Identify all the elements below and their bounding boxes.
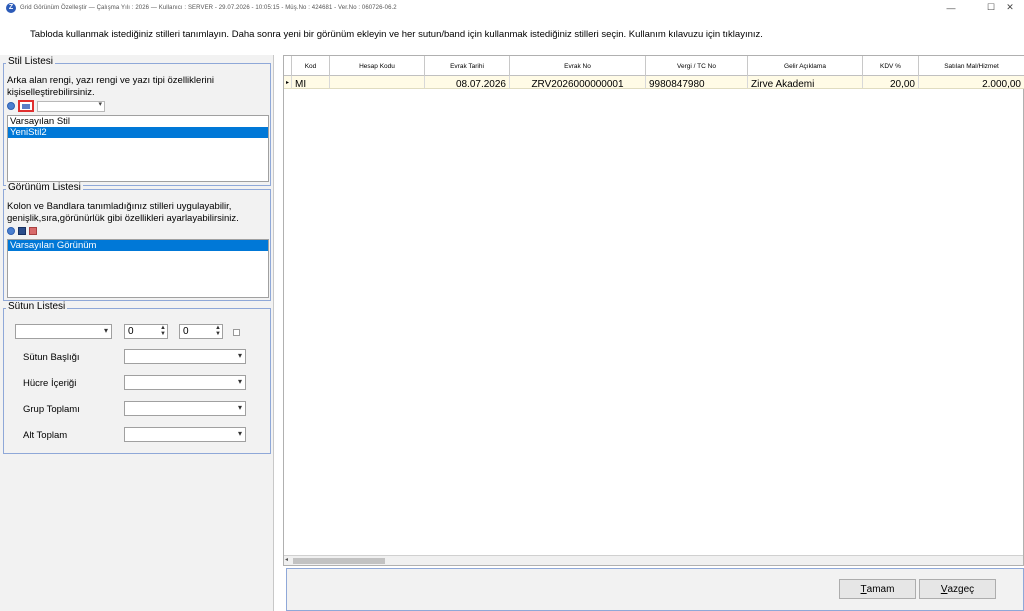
- style-list-description-line2: kişiselleştirebilirsiniz.: [7, 87, 95, 98]
- scrollbar-thumb[interactable]: [293, 558, 385, 564]
- cell-content-label: Hücre İçeriği: [23, 378, 77, 389]
- chevron-down-icon: ▾: [237, 377, 242, 386]
- column-header-hesap-kodu[interactable]: Hesap Kodu: [330, 56, 425, 76]
- view-list-title: Görünüm Listesi: [6, 182, 83, 193]
- view-list-description-line2: genişlik,sıra,görünürlük gibi özellikler…: [7, 213, 239, 224]
- style-list-description-line1: Arka alan rengi, yazı rengi ve yazı tipi…: [7, 75, 214, 86]
- group-total-style-select[interactable]: ▾: [124, 401, 246, 416]
- visible-checkbox[interactable]: [233, 329, 240, 336]
- button-bar: Tamam Vazgeç: [286, 568, 1024, 611]
- column-list-group: Sütun Listesi ▾ 0 ▲ ▼ 0 ▲ ▼ Sütun Başlığı …: [3, 301, 271, 454]
- column-header-satilan-mal-hizmet[interactable]: Satılan Mal/Hizmet: [919, 56, 1024, 76]
- grid-header: Kod Hesap Kodu Evrak Tarihi Evrak No Ver…: [284, 56, 1024, 76]
- style-toolbar: [7, 100, 105, 112]
- row-indicator-header: [284, 56, 292, 76]
- style-list-title: Stil Listesi: [6, 56, 56, 67]
- spinner-arrows-icon[interactable]: ▲ ▼: [160, 325, 166, 337]
- left-panel: Stil Listesi Arka alan rengi, yazı rengi…: [0, 55, 274, 611]
- scroll-left-icon[interactable]: ◂: [285, 556, 288, 563]
- chevron-down-icon: ▾: [237, 429, 242, 438]
- table-row[interactable]: ▸ MI 08.07.2026 ZRV2026000000001 9980847…: [284, 76, 1024, 89]
- column-header-evrak-tarihi[interactable]: Evrak Tarihi: [425, 56, 510, 76]
- app-logo-icon: Z: [6, 2, 16, 13]
- cell-evrak-tarihi[interactable]: 08.07.2026: [425, 76, 510, 88]
- view-item-default[interactable]: Varsayılan Görünüm: [8, 240, 268, 251]
- cell-evrak-no[interactable]: ZRV2026000000001: [510, 76, 646, 88]
- instruction-link[interactable]: Tabloda kullanmak istediğiniz stilleri t…: [30, 29, 763, 40]
- palette-icon[interactable]: [18, 100, 34, 112]
- sub-total-style-select[interactable]: ▾: [124, 427, 246, 442]
- cell-hesap-kodu[interactable]: [330, 76, 425, 88]
- horizontal-scrollbar[interactable]: ◂: [284, 555, 1023, 565]
- cell-kdv[interactable]: 20,00: [863, 76, 919, 88]
- column-list-title: Sütun Listesi: [6, 301, 68, 312]
- view-listbox[interactable]: Varsayılan Görünüm: [7, 239, 269, 298]
- cell-content-style-select[interactable]: ▾: [124, 375, 246, 390]
- column-header-vergi-tc-no[interactable]: Vergi / TC No: [646, 56, 748, 76]
- minimize-icon[interactable]: —: [937, 0, 965, 15]
- column-header-evrak-no[interactable]: Evrak No: [510, 56, 646, 76]
- row-indicator-icon: ▸: [284, 76, 292, 88]
- spinner-arrows-icon[interactable]: ▲ ▼: [215, 325, 221, 337]
- column-header-style-select[interactable]: ▾: [124, 349, 246, 364]
- style-color-dropdown[interactable]: [37, 100, 105, 112]
- group-total-label: Grup Toplamı: [23, 404, 80, 415]
- style-item-default[interactable]: Varsayılan Stil: [8, 116, 268, 127]
- column-header-kdv[interactable]: KDV %: [863, 56, 919, 76]
- cell-kod[interactable]: MI: [292, 76, 330, 88]
- column-index-spinner[interactable]: 0 ▲ ▼: [124, 324, 168, 339]
- view-toolbar: [7, 227, 37, 235]
- data-grid[interactable]: Kod Hesap Kodu Evrak Tarihi Evrak No Ver…: [283, 55, 1024, 566]
- add-view-icon[interactable]: [7, 227, 15, 235]
- ok-button[interactable]: Tamam: [839, 579, 916, 599]
- delete-icon[interactable]: [29, 227, 37, 235]
- cell-vergi-tc-no[interactable]: 9980847980: [646, 76, 748, 88]
- title-bar: Z Grid Görünüm Özelleştir — Çalışma Yılı…: [0, 0, 1024, 15]
- style-item-yenistil2[interactable]: YeniStil2: [8, 127, 268, 138]
- column-header-label: Sütun Başlığı: [23, 352, 80, 363]
- cancel-button[interactable]: Vazgeç: [919, 579, 996, 599]
- column-header-gelir-aciklama[interactable]: Gelir Açıklama: [748, 56, 863, 76]
- chevron-down-icon: ▾: [237, 351, 242, 360]
- cell-satilan-mal-hizmet[interactable]: 2.000,00: [919, 76, 1024, 88]
- column-header-kod[interactable]: Kod: [292, 56, 330, 76]
- column-width-spinner[interactable]: 0 ▲ ▼: [179, 324, 223, 339]
- view-list-group: Görünüm Listesi Kolon ve Bandlara tanıml…: [3, 182, 271, 301]
- close-icon[interactable]: ✕: [996, 0, 1024, 15]
- chevron-down-icon: ▾: [103, 326, 108, 335]
- settings-icon[interactable]: [7, 102, 15, 110]
- style-list-group: Stil Listesi Arka alan rengi, yazı rengi…: [3, 56, 271, 186]
- column-select[interactable]: ▾: [15, 324, 112, 339]
- cell-gelir-aciklama[interactable]: Zirve Akademi: [748, 76, 863, 88]
- save-icon[interactable]: [18, 227, 26, 235]
- sub-total-label: Alt Toplam: [23, 430, 68, 441]
- view-list-description-line1: Kolon ve Bandlara tanımladığınız stiller…: [7, 201, 232, 212]
- chevron-down-icon: ▾: [237, 403, 242, 412]
- style-listbox[interactable]: Varsayılan Stil YeniStil2: [7, 115, 269, 182]
- window-title: Grid Görünüm Özelleştir — Çalışma Yılı :…: [20, 4, 397, 11]
